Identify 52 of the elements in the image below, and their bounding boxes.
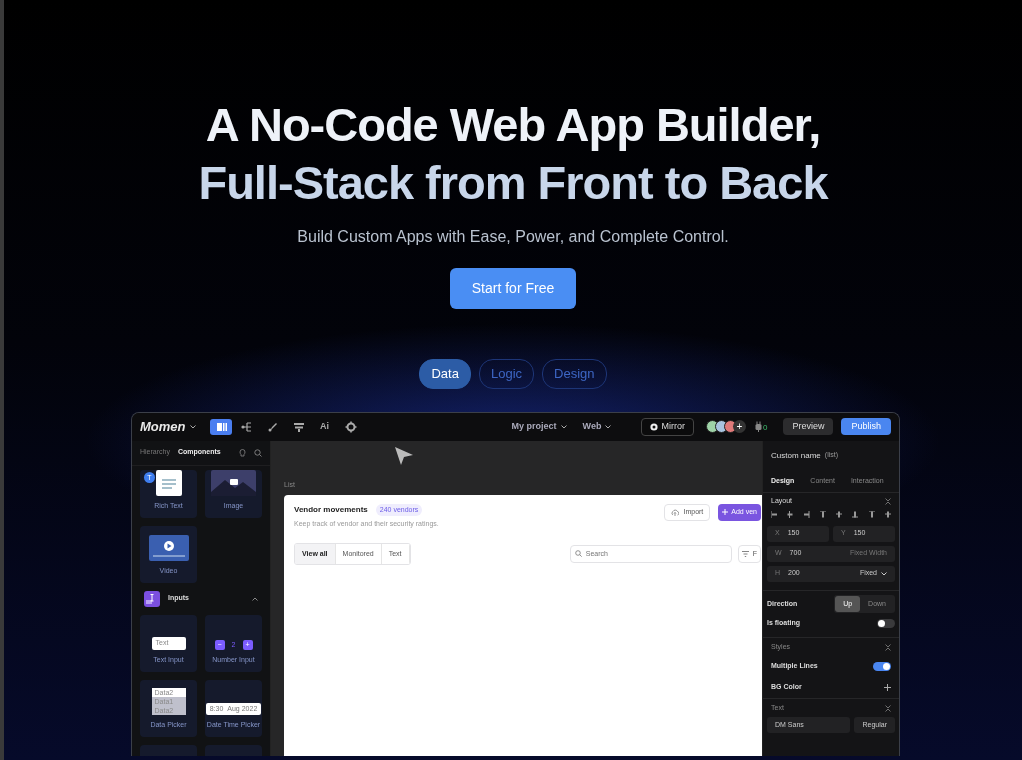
align-icon[interactable] xyxy=(803,510,810,518)
align-icon[interactable] xyxy=(771,510,777,518)
hero-title: A No-Code Web App Builder, xyxy=(205,97,821,153)
cloud-upload-icon xyxy=(671,508,680,516)
lightbulb-icon[interactable] xyxy=(239,448,246,457)
issue-count: 0 xyxy=(763,424,768,432)
align-icon[interactable] xyxy=(884,510,891,518)
publish-button[interactable]: Publish xyxy=(841,418,891,435)
search-icon[interactable] xyxy=(254,448,262,457)
collapse-icon[interactable] xyxy=(885,643,891,651)
component-name: Custom name xyxy=(771,449,821,462)
align-icon[interactable] xyxy=(836,510,843,518)
platform-select[interactable]: Web xyxy=(582,419,602,434)
card-title: Vendor movements xyxy=(294,503,368,516)
mirror-button[interactable]: Mirror xyxy=(641,417,694,436)
caret-icon xyxy=(605,424,612,429)
collapse-icon[interactable] xyxy=(885,498,891,505)
plus-icon xyxy=(722,509,729,515)
align-icon[interactable] xyxy=(868,510,875,518)
search-icon xyxy=(574,550,582,558)
toggle-switch[interactable] xyxy=(873,661,891,671)
landscape-image-drawing xyxy=(211,470,256,496)
tree-icon xyxy=(239,419,254,434)
pointer-cursor-icon xyxy=(393,444,415,467)
pages-tool[interactable] xyxy=(209,418,232,435)
plus-icon[interactable] xyxy=(884,683,891,691)
document-icon xyxy=(155,470,182,496)
feature-tab[interactable]: Data xyxy=(419,359,471,389)
preview-button[interactable]: Preview xyxy=(783,418,834,435)
settings-icon xyxy=(343,419,358,434)
align-icon[interactable] xyxy=(787,510,794,518)
caret-icon xyxy=(189,424,196,429)
collapse-icon[interactable] xyxy=(252,596,258,601)
align-icon[interactable] xyxy=(819,510,826,518)
toggle-switch[interactable] xyxy=(877,618,895,628)
feature-tab[interactable]: Design xyxy=(542,359,607,389)
hero-subtitle: Build Custom Apps with Ease, Power, and Complete Control. xyxy=(297,227,729,247)
add-collaborator-button[interactable]: + xyxy=(733,420,746,433)
align-icon[interactable] xyxy=(852,510,859,518)
plug-icon xyxy=(754,421,763,432)
caret-icon xyxy=(881,571,887,576)
hero-title: Full-Stack from Front to Back xyxy=(198,155,828,211)
feature-tab[interactable]: Logic xyxy=(478,359,535,389)
ai-tool[interactable]: Ai xyxy=(313,418,336,435)
project-name[interactable]: My project xyxy=(511,419,557,434)
collapse-icon[interactable] xyxy=(885,704,891,712)
logo: Momen xyxy=(140,417,186,436)
input-cursor-icon xyxy=(144,590,160,607)
video-player-icon xyxy=(148,535,189,561)
record-icon xyxy=(650,422,659,431)
filter-icon xyxy=(741,550,749,557)
caret-icon xyxy=(560,424,567,429)
